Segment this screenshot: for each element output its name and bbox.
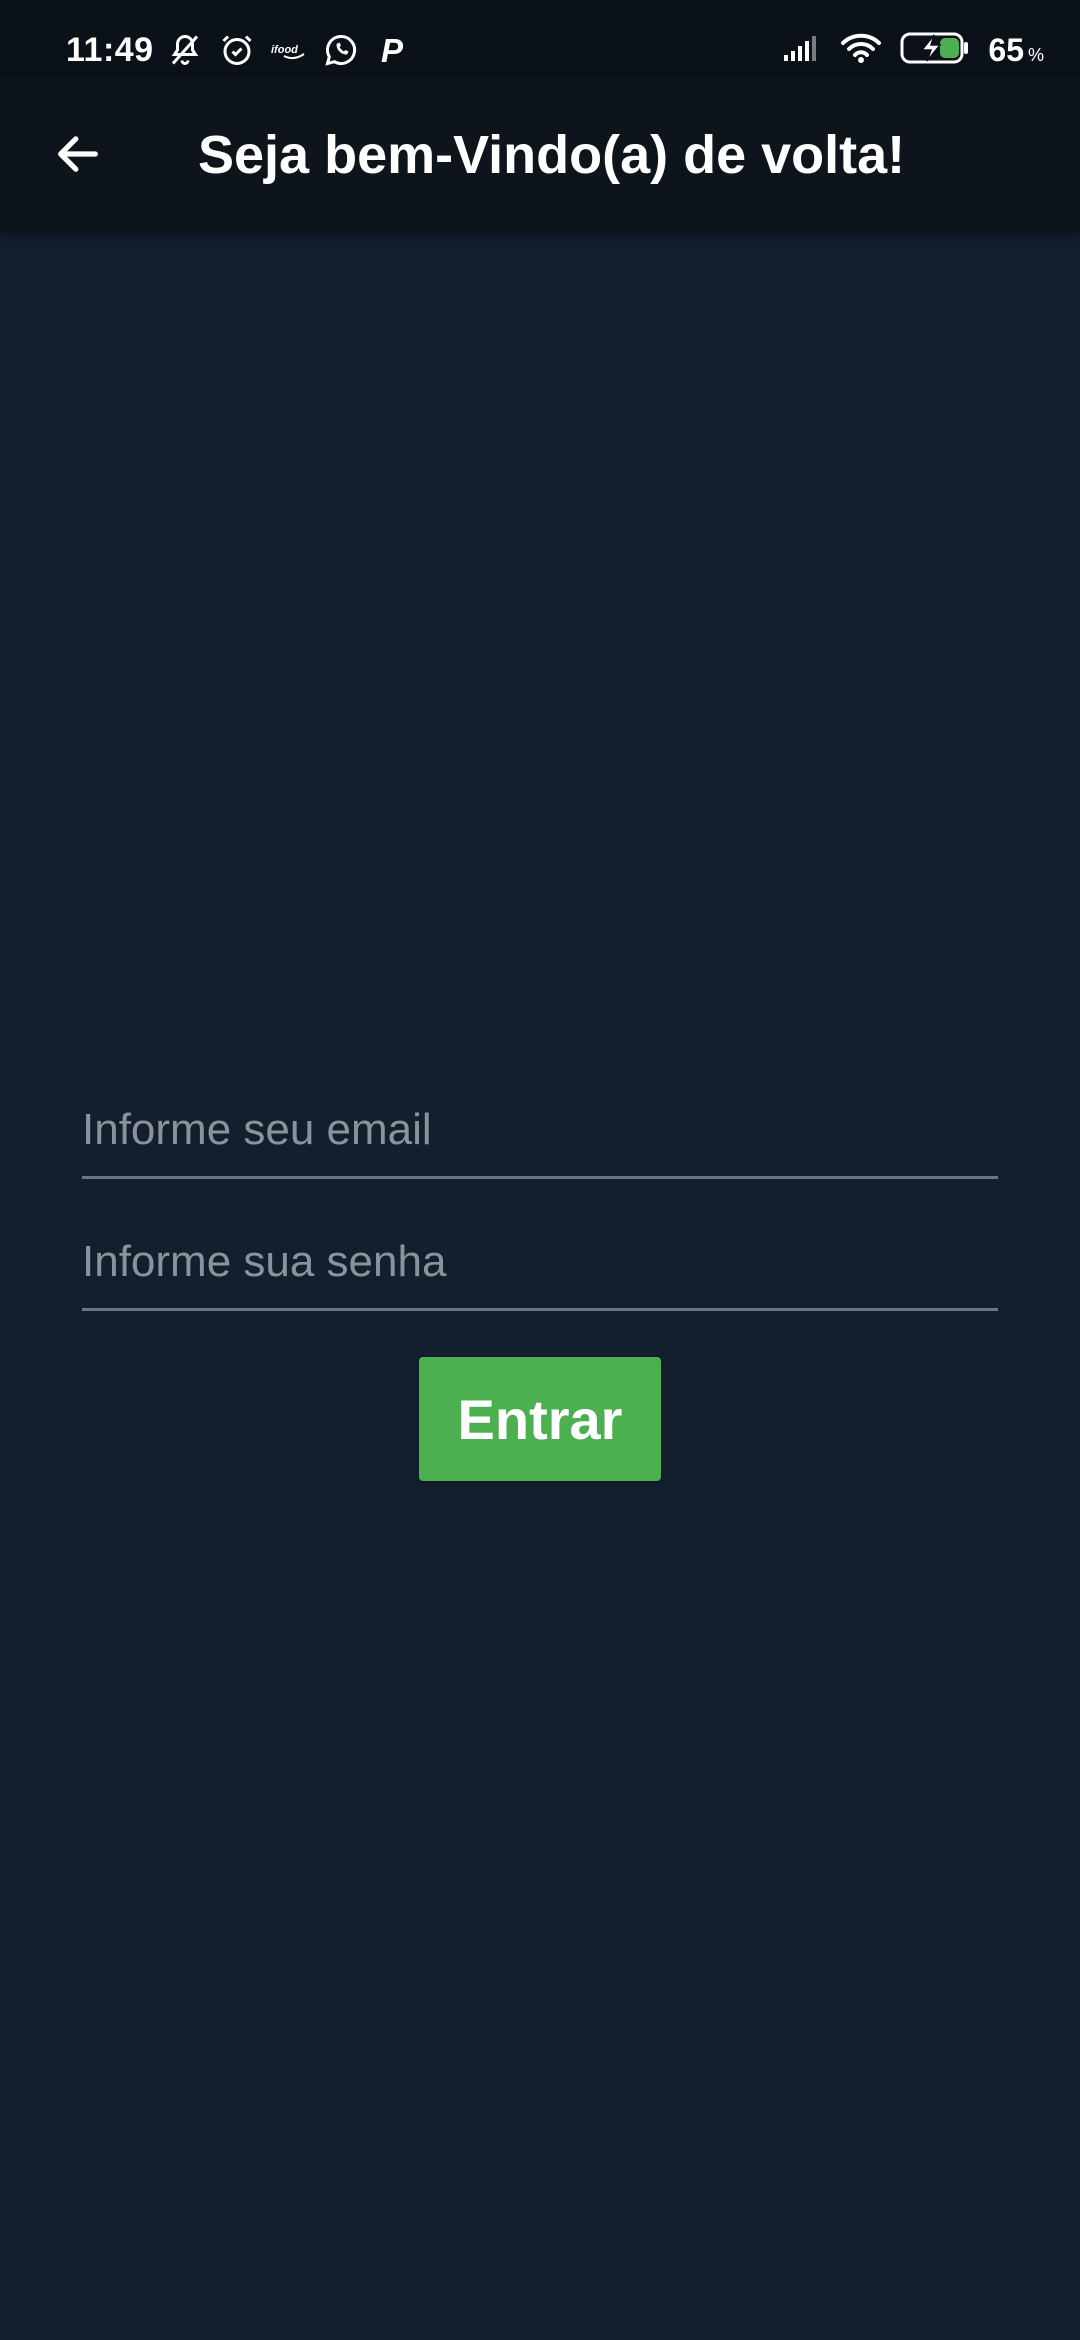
- notification-icons: ifood P: [166, 30, 412, 70]
- alarm-icon: [218, 31, 256, 69]
- svg-text:P: P: [381, 32, 404, 68]
- battery-percentage: 65%: [988, 31, 1044, 68]
- bell-off-icon: [166, 31, 204, 69]
- battery-charging-icon: [900, 31, 970, 70]
- svg-text:ifood: ifood: [271, 44, 298, 56]
- ifood-icon: ifood: [270, 31, 308, 69]
- app-bar: Seja bem-Vindo(a) de volta!: [0, 78, 1080, 232]
- email-field[interactable]: [82, 1066, 998, 1176]
- back-button[interactable]: [36, 112, 120, 196]
- status-bar: 11:49 ifood P 65 %: [0, 0, 1080, 78]
- system-icons: 65%: [782, 28, 1044, 72]
- page-title: Seja bem-Vindo(a) de volta!: [198, 125, 906, 185]
- whatsapp-icon: [322, 31, 360, 69]
- wifi-icon: [840, 32, 882, 69]
- password-field-container: [82, 1198, 998, 1311]
- login-screen: 11:49 ifood P 65 % Seja bem-Vindo(a) de …: [0, 0, 1080, 2340]
- email-field-container: [82, 1066, 998, 1179]
- login-button[interactable]: Entrar: [419, 1357, 661, 1481]
- password-field[interactable]: [82, 1198, 998, 1308]
- arrow-left-icon: [58, 136, 98, 172]
- p-app-icon: P: [374, 31, 412, 69]
- signal-icon: [782, 33, 822, 68]
